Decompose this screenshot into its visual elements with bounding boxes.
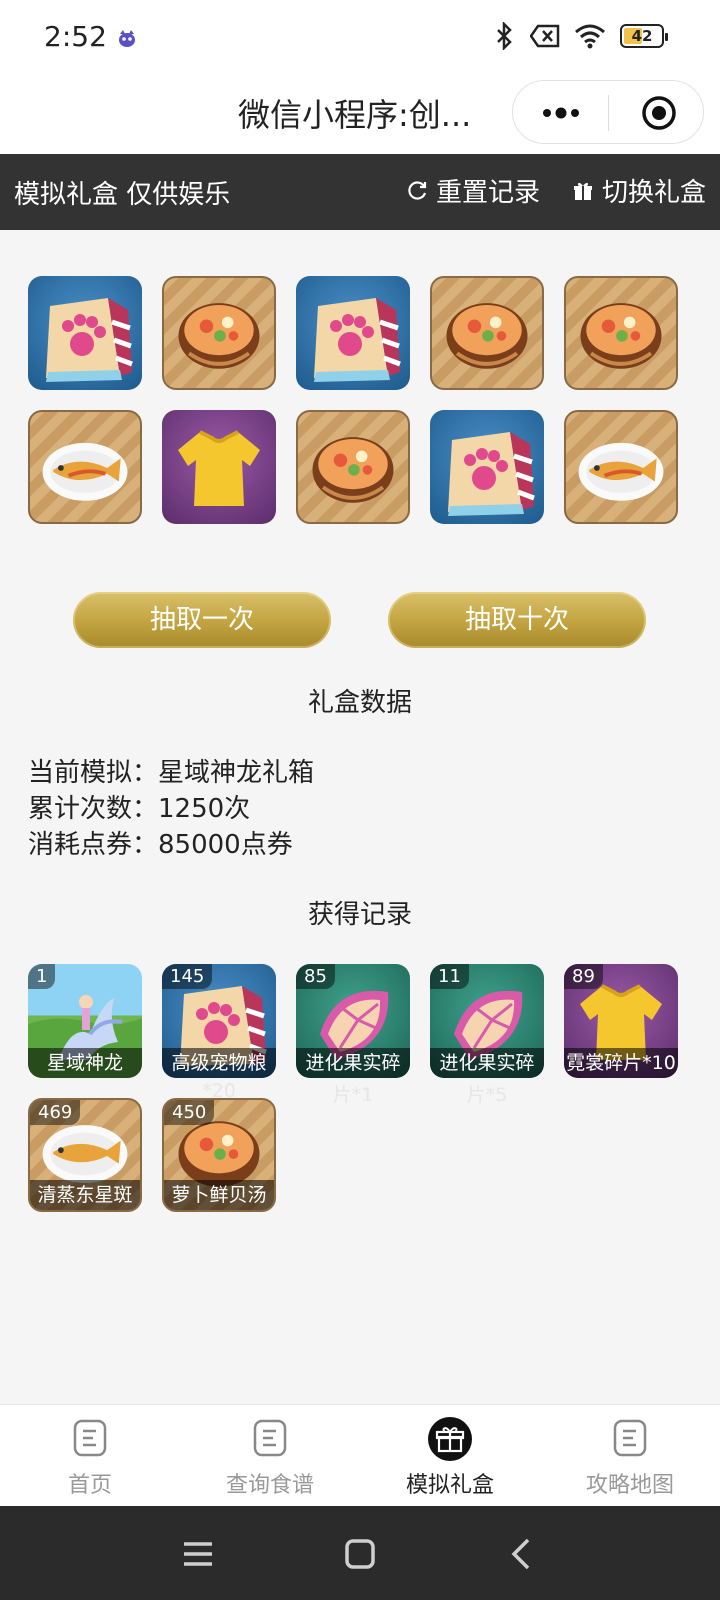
menu-icon[interactable] — [178, 1534, 218, 1574]
record-count: 11 — [430, 964, 469, 989]
sim-x-icon — [530, 24, 560, 48]
record-item: 145 高级宠物粮 — [162, 964, 276, 1078]
draw-result-item — [162, 276, 276, 390]
pet-food-bag-icon — [46, 298, 133, 382]
record-item: 11 进化果实碎 — [430, 964, 544, 1078]
seafood-soup-icon — [178, 303, 260, 369]
record-name: 星域神龙 — [28, 1048, 142, 1078]
battery-icon: 42 — [620, 24, 668, 48]
tab-giftbox-label: 模拟礼盒 — [405, 1473, 494, 1498]
document-icon — [253, 1419, 287, 1457]
yellow-shirt-icon — [178, 430, 260, 506]
draw-ten-button[interactable]: 抽取十次 — [388, 592, 646, 648]
close-miniprogram-icon[interactable] — [641, 95, 677, 131]
stats-section-title: 礼盒数据 — [307, 688, 412, 718]
record-count: 450 — [164, 1100, 215, 1125]
system-navigation-bar — [0, 1506, 720, 1600]
draw-result-item — [296, 276, 410, 390]
record-item: 89 霓裳碎片*10 — [564, 964, 678, 1078]
tab-recipes-label: 查询食谱 — [225, 1473, 314, 1498]
refresh-icon — [408, 180, 427, 200]
document-icon — [73, 1419, 107, 1457]
tab-giftbox[interactable]: 模拟礼盒 — [360, 1405, 540, 1507]
record-name: 进化果实碎 — [296, 1048, 410, 1078]
draw-result-item — [564, 276, 678, 390]
draw-result-item — [430, 410, 544, 524]
record-count: 85 — [296, 964, 335, 989]
record-item: 1 星域神龙 — [28, 964, 142, 1078]
giftbox-header: 模拟礼盒 仅供娱乐 重置记录 切换礼盒 — [0, 154, 720, 230]
record-name-overflow: 片*1 — [332, 1084, 374, 1106]
back-icon[interactable] — [502, 1534, 542, 1574]
record-name: 霓裳碎片*10 — [564, 1048, 678, 1078]
tab-home[interactable]: 首页 — [0, 1405, 180, 1507]
pet-food-bag-icon — [314, 298, 401, 382]
capsule-divider — [608, 95, 609, 131]
tab-recipes[interactable]: 查询食谱 — [180, 1405, 360, 1507]
app-notification-icon — [119, 30, 135, 47]
status-time: 2:52 — [44, 20, 107, 53]
draw-result-item — [162, 410, 276, 524]
records-section-title: 获得记录 — [307, 900, 412, 930]
tab-map-label: 攻略地图 — [585, 1473, 674, 1498]
draw-result-item — [564, 410, 678, 524]
bottom-tab-bar: 首页 查询食谱 模拟礼盒 攻略地图 — [0, 1404, 720, 1506]
draw-result-item — [28, 410, 142, 524]
steamed-fish-icon — [42, 442, 128, 501]
record-item: 469 清蒸东星斑 — [28, 1098, 142, 1212]
record-count: 1 — [28, 964, 56, 989]
capsule-menu — [512, 80, 704, 144]
reset-records-button[interactable]: 重置记录 — [406, 172, 540, 209]
record-name: 清蒸东星斑 — [30, 1180, 140, 1210]
record-item: 450 萝卜鲜贝汤 — [162, 1098, 276, 1212]
battery-level: 42 — [631, 27, 653, 45]
seafood-soup-icon — [446, 303, 528, 369]
seafood-soup-icon — [580, 303, 662, 369]
record-count: 145 — [162, 964, 213, 989]
seafood-soup-icon — [312, 437, 394, 503]
tab-map[interactable]: 攻略地图 — [540, 1405, 720, 1507]
record-name: 进化果实碎 — [430, 1048, 544, 1078]
gift-icon — [574, 182, 592, 200]
bluetooth-icon — [497, 22, 512, 50]
record-name-overflow: 片*5 — [466, 1084, 508, 1106]
record-name: 高级宠物粮 — [162, 1048, 276, 1078]
record-count: 469 — [30, 1100, 81, 1125]
switch-giftbox-button[interactable]: 切换礼盒 — [572, 172, 706, 209]
draw-once-button[interactable]: 抽取一次 — [73, 592, 331, 648]
draw-result-item — [28, 276, 142, 390]
miniprogram-navbar: 微信小程序:创... — [0, 78, 720, 154]
wifi-icon — [575, 24, 605, 49]
header-title: 模拟礼盒 仅供娱乐 — [14, 180, 231, 210]
tab-home-label: 首页 — [67, 1473, 112, 1498]
gift-icon — [428, 1417, 472, 1461]
draw-result-item — [430, 276, 544, 390]
record-name: 萝卜鲜贝汤 — [164, 1180, 274, 1210]
more-dots-icon[interactable] — [541, 103, 581, 123]
pet-food-bag-icon — [448, 432, 535, 516]
switch-giftbox-label: 切换礼盒 — [602, 178, 707, 208]
draw-result-item — [296, 410, 410, 524]
document-icon — [613, 1419, 647, 1457]
cost-line: 消耗点券：85000点券 — [28, 830, 293, 860]
draw-count-line: 累计次数：1250次 — [28, 794, 251, 824]
reset-records-label: 重置记录 — [436, 178, 541, 208]
page-title: 微信小程序:创... — [238, 96, 472, 134]
record-item: 85 进化果实碎 — [296, 964, 410, 1078]
home-square-icon[interactable] — [340, 1534, 380, 1574]
steamed-fish-icon — [578, 442, 664, 501]
status-bar: 2:52 42 — [0, 0, 720, 78]
record-count: 89 — [564, 964, 603, 989]
current-giftbox-line: 当前模拟：星域神龙礼箱 — [28, 758, 315, 788]
